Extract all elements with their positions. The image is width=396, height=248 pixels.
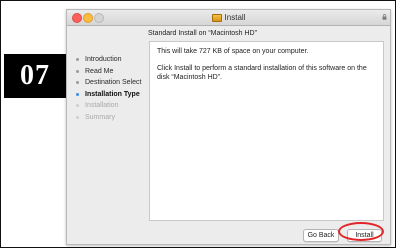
install-subtitle: Standard Install on “Macintosh HD” <box>148 30 257 37</box>
title-bar[interactable]: Install <box>67 10 390 26</box>
sidebar-item-label: Installation Type <box>85 90 140 98</box>
sidebar-item-introduction: Introduction <box>76 54 156 66</box>
sidebar-item-installation: Installation <box>76 100 156 112</box>
window-title: Install <box>224 13 246 22</box>
go-back-button[interactable]: Go Back <box>303 229 339 242</box>
sidebar-item-installation-type: Installation Type <box>76 89 156 101</box>
sidebar-item-label: Introduction <box>85 56 122 64</box>
sidebar-item-label: Installation <box>85 102 119 110</box>
step-bullet-icon <box>76 104 79 108</box>
content-panel: This will take 727 KB of space on your c… <box>149 41 384 221</box>
sidebar-item-label: Destination Select <box>85 79 142 87</box>
install-instructions-text: Click Install to perform a standard inst… <box>157 65 367 81</box>
sidebar-item-summary: Summary <box>76 112 156 124</box>
sidebar-item-label: Read Me <box>85 67 114 75</box>
lock-icon <box>382 14 387 20</box>
space-required-text: This will take 727 KB of space on your c… <box>157 48 309 55</box>
package-icon <box>211 13 222 22</box>
window-title-group: Install <box>67 10 390 25</box>
step-bullet-icon <box>76 69 79 73</box>
install-highlight-ring <box>338 222 384 241</box>
step-number-badge: 07 <box>4 54 66 98</box>
installer-steps-sidebar: Introduction Read Me Destination Select … <box>76 54 156 123</box>
installer-window: Install Standard Install on “Macintosh H… <box>66 9 391 245</box>
sidebar-item-read-me: Read Me <box>76 66 156 78</box>
step-bullet-icon <box>76 81 79 85</box>
step-bullet-icon <box>76 58 79 62</box>
sidebar-item-destination-select: Destination Select <box>76 77 156 89</box>
sidebar-item-label: Summary <box>85 113 115 121</box>
step-bullet-icon <box>76 92 79 96</box>
step-bullet-icon <box>76 115 79 119</box>
